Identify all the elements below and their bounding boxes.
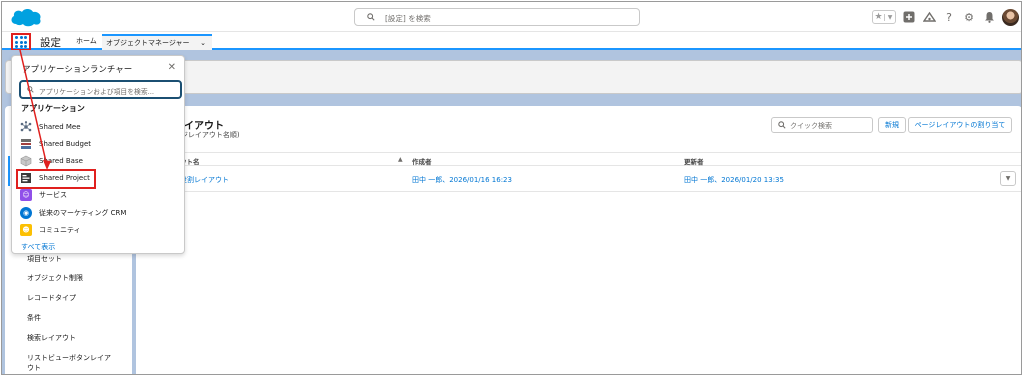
sidebar-selection-indicator xyxy=(8,156,10,186)
page-layouts-panel: レイアウト ージレイアウト名順) クイック検索 新規 ページレイアウトの割り当て… xyxy=(136,106,1021,374)
app-item-label: Shared Budget xyxy=(39,140,92,148)
sort-ascending-icon[interactable]: ▲ xyxy=(398,156,403,163)
app-launcher-search-placeholder: アプリケーションおよび項目を検索... xyxy=(39,88,155,96)
tab-home[interactable]: ホーム xyxy=(72,34,101,50)
budget-icon xyxy=(20,138,32,150)
global-search-placeholder: [設定] を検索 xyxy=(385,14,431,23)
trailhead-icon[interactable] xyxy=(922,10,936,24)
app-item-shared-base[interactable]: Shared Base xyxy=(20,154,83,168)
shared-project-highlight-box xyxy=(16,169,96,189)
community-icon: ☻ xyxy=(20,224,32,236)
app-window: [設定] を検索 ★ ▼ ? ⚙ 設定 ホーム オブジェクトマネージャー ⌄ 項目 xyxy=(1,1,1022,375)
network-icon xyxy=(20,121,32,133)
chevron-down-icon[interactable]: ⌄ xyxy=(200,36,206,50)
app-item-label: コミュニティ xyxy=(39,226,81,234)
table-row: 役割レイアウト 田中 一郎、2026/01/16 16:23 田中 一郎、202… xyxy=(136,166,1021,192)
search-icon xyxy=(778,121,786,129)
favorites-dropdown-icon[interactable]: ▼ xyxy=(884,13,895,21)
app-launcher-search-input[interactable]: アプリケーションおよび項目を検索... xyxy=(19,80,182,99)
app-item-marketing-crm[interactable]: ◉ 従来のマーケティング CRM xyxy=(20,206,126,220)
tab-object-manager-label: オブジェクトマネージャー xyxy=(106,39,190,47)
sidebar-item-search-layouts[interactable]: 検索レイアウト xyxy=(27,333,76,343)
sidebar-item-object-limits[interactable]: オブジェクト制限 xyxy=(27,273,83,283)
app-launcher-title: アプリケーションランチャー xyxy=(22,65,133,75)
global-search-input[interactable]: [設定] を検索 xyxy=(354,8,640,26)
column-header-created-by[interactable]: 作成者 xyxy=(412,156,432,166)
global-header: [設定] を検索 ★ ▼ ? ⚙ xyxy=(2,2,1021,32)
header-utility-icons: ★ ▼ ? ⚙ xyxy=(872,8,1019,26)
app-item-service[interactable]: ☺ サービス xyxy=(20,188,67,202)
tab-object-manager[interactable]: オブジェクトマネージャー ⌄ xyxy=(102,34,212,50)
app-item-shared-mee[interactable]: Shared Mee xyxy=(20,120,81,134)
user-avatar[interactable] xyxy=(1002,8,1019,26)
app-item-community[interactable]: ☻ コミュニティ xyxy=(20,223,81,237)
salesforce-logo-icon[interactable] xyxy=(10,6,42,28)
search-icon xyxy=(367,13,375,21)
layout-name-link[interactable]: 役割レイアウト xyxy=(180,175,229,185)
view-all-link[interactable]: すべて表示 xyxy=(21,242,55,252)
app-item-shared-budget[interactable]: Shared Budget xyxy=(20,137,91,151)
page-layout-assignment-button[interactable]: ページレイアウトの割り当て xyxy=(908,117,1012,133)
favorites-button-group[interactable]: ★ ▼ xyxy=(872,10,896,24)
new-button[interactable]: 新規 xyxy=(878,117,906,133)
app-item-label: 従来のマーケティング CRM xyxy=(39,209,127,217)
app-item-label: Shared Base xyxy=(39,157,83,165)
app-item-label: Shared Mee xyxy=(39,123,81,131)
modified-by-link[interactable]: 田中 一郎、2026/01/20 13:35 xyxy=(684,175,784,185)
context-nav-bar: 設定 ホーム オブジェクトマネージャー ⌄ xyxy=(2,32,1021,51)
column-header-modified-by[interactable]: 更新者 xyxy=(684,156,704,166)
app-launcher-popup: アプリケーションランチャー ✕ アプリケーションおよび項目を検索... アプリケ… xyxy=(11,55,185,254)
chat-icon: ☺ xyxy=(20,189,32,201)
search-icon xyxy=(27,86,34,93)
created-by-link[interactable]: 田中 一郎、2026/01/16 16:23 xyxy=(412,175,512,185)
location-icon: ◉ xyxy=(20,207,32,219)
sidebar-item-conditions[interactable]: 条件 xyxy=(27,313,41,323)
box-icon xyxy=(20,155,32,167)
sidebar-item-record-types[interactable]: レコードタイプ xyxy=(27,293,76,303)
global-actions-icon[interactable] xyxy=(902,10,916,24)
notification-bell-icon[interactable] xyxy=(982,10,996,24)
close-icon[interactable]: ✕ xyxy=(168,62,176,73)
sidebar-item-field-sets[interactable]: 項目セット xyxy=(27,254,62,264)
applications-section-title: アプリケーション xyxy=(21,104,85,113)
row-actions-dropdown-icon[interactable]: ▼ xyxy=(1000,171,1016,186)
table-header: ウト名 ▲ 作成者 更新者 xyxy=(136,152,1021,166)
sidebar-item-list-view-button-layout[interactable]: リストビューボタンレイア xyxy=(27,353,111,363)
help-icon[interactable]: ? xyxy=(942,10,956,24)
app-title: 設定 xyxy=(40,37,61,49)
app-item-label: サービス xyxy=(39,191,67,199)
quick-search-input[interactable]: クイック検索 xyxy=(771,117,873,133)
quick-search-placeholder: クイック検索 xyxy=(790,122,832,130)
gear-icon[interactable]: ⚙ xyxy=(962,10,976,24)
app-launcher-waffle-icon[interactable] xyxy=(11,33,31,51)
sidebar-item-list-view-button-layout-cont[interactable]: ウト xyxy=(27,363,41,373)
star-icon[interactable]: ★ xyxy=(873,12,884,22)
